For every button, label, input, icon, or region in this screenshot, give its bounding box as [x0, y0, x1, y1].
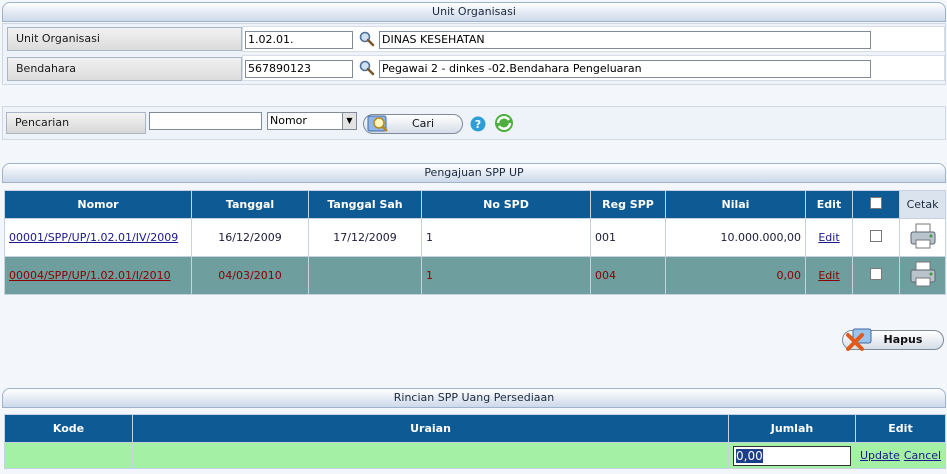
- col-edit: Edit: [855, 414, 946, 443]
- spp-table-header: Nomor Tanggal Tanggal Sah No SPD Reg SPP…: [4, 190, 946, 219]
- col-nomor[interactable]: Nomor: [4, 190, 192, 219]
- jumlah-input[interactable]: 0,00: [733, 445, 851, 466]
- no-spd-cell: 1: [421, 218, 591, 257]
- search-field-select[interactable]: Nomor ▼: [267, 112, 357, 130]
- reg-spp-cell: 001: [590, 218, 666, 257]
- col-reg-spp[interactable]: Reg SPP: [590, 190, 666, 219]
- search-lookup-icon[interactable]: [359, 60, 375, 76]
- rincian-table: Kode Uraian Jumlah Edit 0,00 Update Cance…: [4, 414, 946, 469]
- table-row: 00004/SPP/UP/1.02.01/I/2010 04/03/2010 1…: [4, 256, 946, 295]
- row-checkbox[interactable]: [870, 230, 882, 242]
- search-field-selected: Nomor: [270, 114, 307, 127]
- select-all-checkbox[interactable]: [870, 197, 882, 209]
- tanggal-sah-cell: 17/12/2009: [308, 218, 422, 257]
- table-row: 00001/SPP/UP/1.02.01/IV/2009 16/12/2009 …: [4, 218, 946, 257]
- no-spd-cell: 1: [421, 256, 591, 295]
- edit-link[interactable]: Edit: [818, 269, 839, 282]
- edit-link[interactable]: Edit: [818, 231, 839, 244]
- bendahara-value-cell: 567890123 Pegawai 2 - dinkes -02.Bendaha…: [242, 55, 945, 81]
- unit-organisasi-panel: Unit Organisasi 1.02.01. DINAS KESEHATAN…: [2, 23, 946, 85]
- chevron-down-icon[interactable]: ▼: [342, 113, 356, 129]
- unit-organisasi-label: Unit Organisasi: [7, 27, 242, 51]
- tanggal-cell: 04/03/2010: [191, 256, 309, 295]
- bendahara-label: Bendahara: [7, 57, 242, 81]
- col-jumlah: Jumlah: [728, 414, 856, 443]
- unit-organisasi-header: Unit Organisasi: [2, 2, 946, 22]
- refresh-icon[interactable]: [491, 111, 517, 135]
- search-lookup-icon[interactable]: [359, 31, 375, 47]
- nilai-cell: 10.000.000,00: [665, 218, 806, 257]
- col-no-spd[interactable]: No SPD: [421, 190, 591, 219]
- search-input[interactable]: [149, 112, 262, 130]
- unit-name-input[interactable]: DINAS KESEHATAN: [379, 31, 871, 49]
- unit-organisasi-value-cell: 1.02.01. DINAS KESEHATAN: [242, 26, 945, 52]
- col-cetak: Cetak: [899, 190, 946, 219]
- help-icon[interactable]: ?: [470, 116, 486, 132]
- svg-text:?: ?: [475, 118, 481, 131]
- col-edit: Edit: [805, 190, 853, 219]
- nomor-link[interactable]: 00001/SPP/UP/1.02.01/IV/2009: [9, 231, 178, 244]
- col-uraian: Uraian: [132, 414, 729, 443]
- rincian-table-header: Kode Uraian Jumlah Edit: [4, 414, 946, 443]
- bendahara-code-input[interactable]: 567890123: [245, 60, 353, 78]
- tanggal-sah-cell: [308, 256, 422, 295]
- col-nilai[interactable]: Nilai: [665, 190, 806, 219]
- spp-table: Nomor Tanggal Tanggal Sah No SPD Reg SPP…: [4, 190, 946, 295]
- bendahara-name-input[interactable]: Pegawai 2 - dinkes -02.Bendahara Pengelu…: [379, 60, 871, 78]
- tanggal-cell: 16/12/2009: [191, 218, 309, 257]
- search-panel: Pencarian Nomor ▼ Cari ?: [2, 106, 946, 140]
- rincian-spp-header: Rincian SPP Uang Persediaan: [2, 388, 946, 408]
- delete-icon: [846, 328, 872, 351]
- reg-spp-cell: 004: [590, 256, 666, 295]
- col-kode: Kode: [4, 414, 133, 443]
- hapus-button-label: Hapus: [883, 333, 923, 346]
- col-tanggal-sah[interactable]: Tanggal Sah: [308, 190, 422, 219]
- cari-button-label: Cari: [412, 117, 434, 130]
- jumlah-input-value: 0,00: [736, 448, 763, 463]
- nilai-cell: 0,00: [665, 256, 806, 295]
- hapus-button[interactable]: Hapus: [842, 328, 944, 351]
- unit-code-input[interactable]: 1.02.01.: [245, 31, 353, 49]
- row-checkbox[interactable]: [870, 268, 882, 280]
- kode-cell: [4, 442, 133, 469]
- search-folder-icon: [367, 115, 388, 132]
- update-link[interactable]: Update: [860, 449, 900, 462]
- nomor-link[interactable]: 00004/SPP/UP/1.02.01/I/2010: [9, 269, 171, 282]
- cari-button[interactable]: Cari: [363, 114, 463, 134]
- cancel-link[interactable]: Cancel: [904, 449, 941, 462]
- uraian-cell: [132, 442, 729, 469]
- col-select-all: [852, 190, 900, 219]
- edit-row: 0,00 Update Cancel: [4, 442, 946, 469]
- printer-icon[interactable]: [908, 222, 938, 250]
- printer-icon[interactable]: [908, 260, 938, 288]
- pengajuan-spp-header: Pengajuan SPP UP: [2, 163, 946, 183]
- col-tanggal[interactable]: Tanggal: [191, 190, 309, 219]
- pencarian-label: Pencarian: [6, 112, 146, 134]
